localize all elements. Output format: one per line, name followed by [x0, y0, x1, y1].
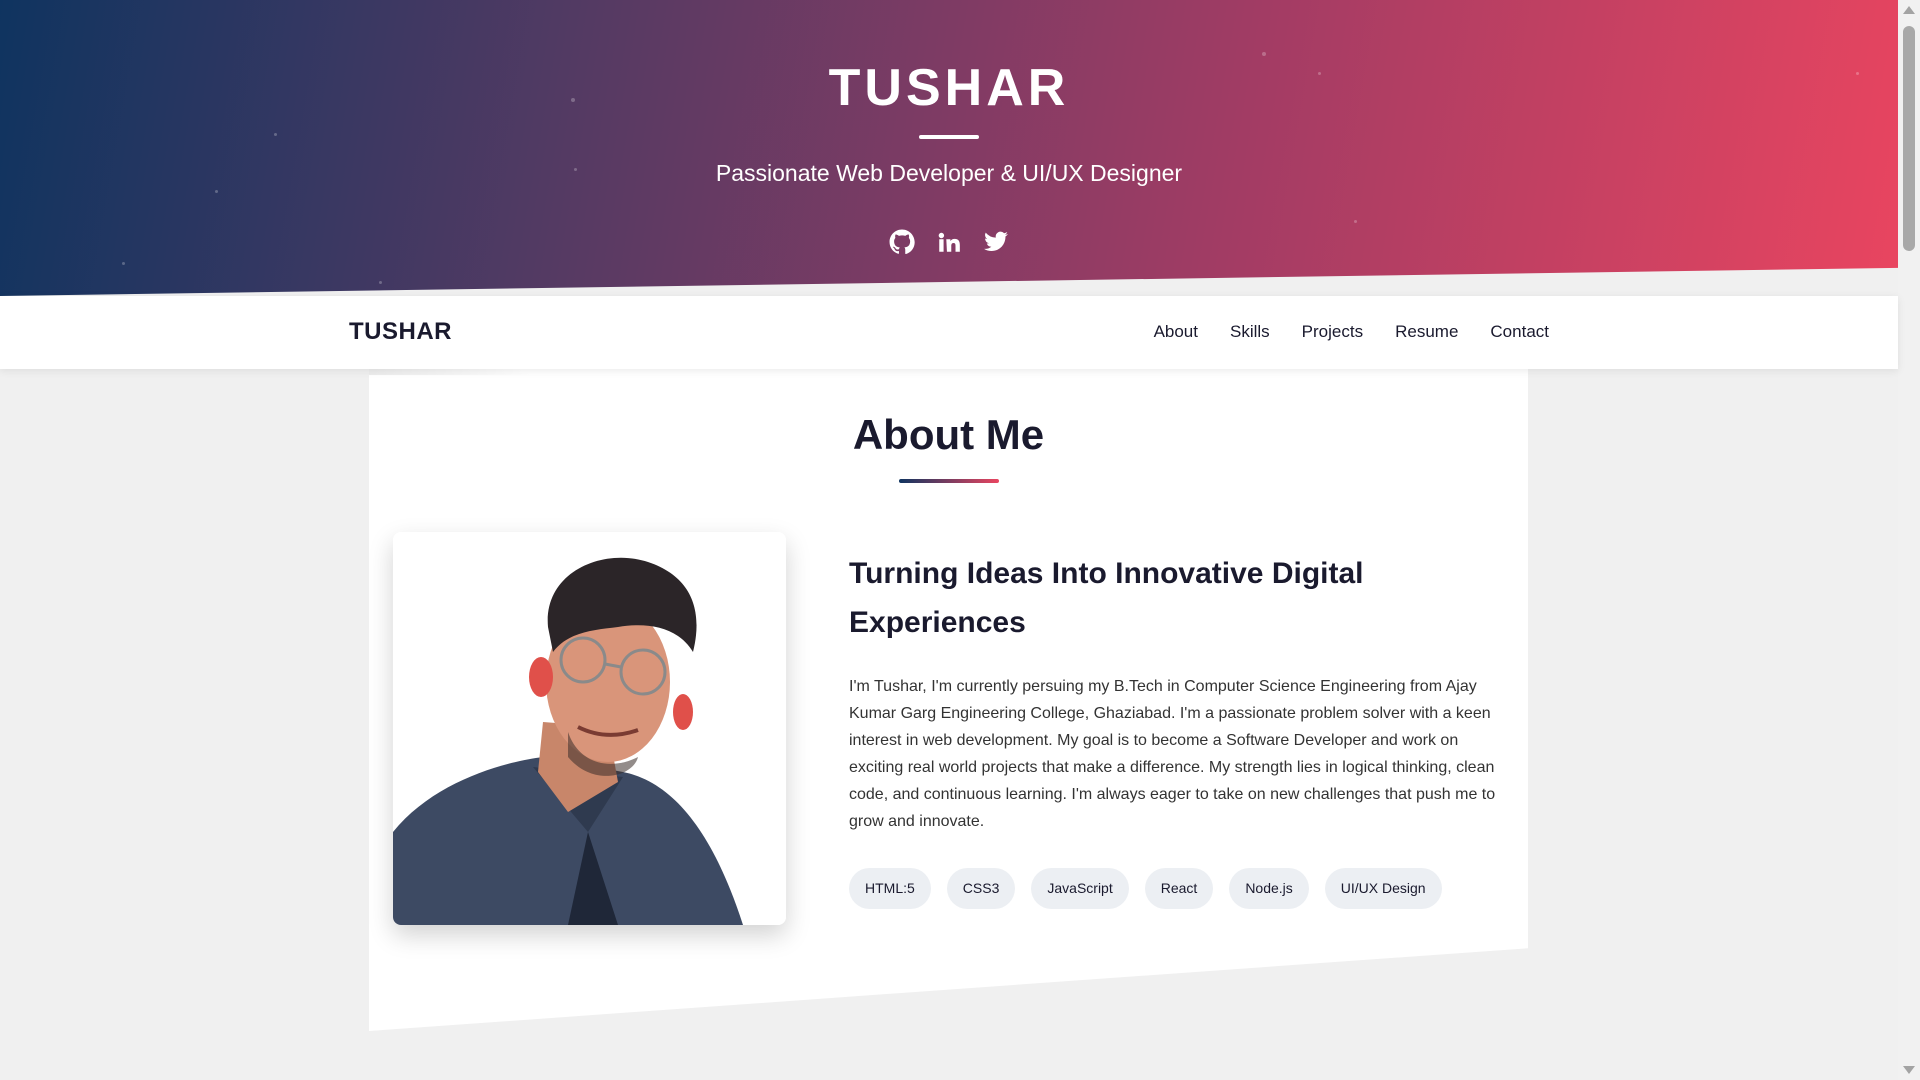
- profile-photo: [393, 532, 786, 925]
- nav-link-resume[interactable]: Resume: [1395, 322, 1458, 342]
- skill-tags: HTML:5 CSS3 JavaScript React Node.js UI/…: [849, 868, 1442, 909]
- hero-subtitle: Passionate Web Developer & UI/UX Designe…: [715, 160, 1183, 186]
- hero-divider: [919, 135, 979, 139]
- section-title: About Me: [852, 411, 1045, 458]
- section-underline: [899, 479, 999, 483]
- skill-tag-react: React: [1144, 868, 1214, 909]
- page: TUSHAR Passionate Web Developer & UI/UX …: [0, 0, 1920, 1080]
- skill-tag-javascript: JavaScript: [1031, 868, 1129, 909]
- vertical-scrollbar[interactable]: [1898, 0, 1920, 1080]
- about-paragraph: I'm Tushar, I'm currently persuing my B.…: [849, 678, 1496, 830]
- hero-title: TUSHAR: [828, 59, 1070, 117]
- decorative-star: [122, 262, 125, 265]
- linkedin-icon[interactable]: [936, 228, 963, 255]
- skill-tag-html: HTML:5: [849, 868, 931, 909]
- scroll-thumb[interactable]: [1903, 26, 1915, 251]
- twitter-icon[interactable]: [983, 228, 1010, 255]
- scroll-down-arrow-icon[interactable]: [1903, 1066, 1915, 1074]
- decorative-star: [1262, 52, 1266, 56]
- main-navbar: TUSHAR About Skills Projects Resume Cont…: [0, 296, 1898, 369]
- social-links: [0, 228, 1898, 255]
- nav-links: About Skills Projects Resume Contact: [1154, 322, 1549, 342]
- nav-link-skills[interactable]: Skills: [1230, 322, 1270, 342]
- nav-link-contact[interactable]: Contact: [1490, 322, 1549, 342]
- about-heading: Turning Ideas Into Innovative Digital Ex…: [849, 557, 1364, 639]
- nav-link-about[interactable]: About: [1154, 322, 1198, 342]
- decorative-star: [1354, 220, 1357, 223]
- decorative-star: [215, 190, 218, 193]
- brand-logo[interactable]: TUSHAR: [349, 318, 452, 346]
- hero-banner: TUSHAR Passionate Web Developer & UI/UX …: [0, 0, 1898, 296]
- nav-link-projects[interactable]: Projects: [1302, 322, 1363, 342]
- about-section: About Me Turning Ideas Into Innovative D…: [369, 369, 1528, 1031]
- decorative-star: [274, 133, 277, 136]
- skill-tag-css: CSS3: [946, 868, 1016, 909]
- skill-tag-nodejs: Node.js: [1229, 868, 1309, 909]
- skill-tag-uiux: UI/UX Design: [1324, 868, 1442, 909]
- github-icon[interactable]: [889, 228, 916, 255]
- decorative-star: [379, 281, 382, 284]
- scroll-up-arrow-icon[interactable]: [1903, 6, 1915, 14]
- profile-portrait-illustration: [393, 532, 786, 925]
